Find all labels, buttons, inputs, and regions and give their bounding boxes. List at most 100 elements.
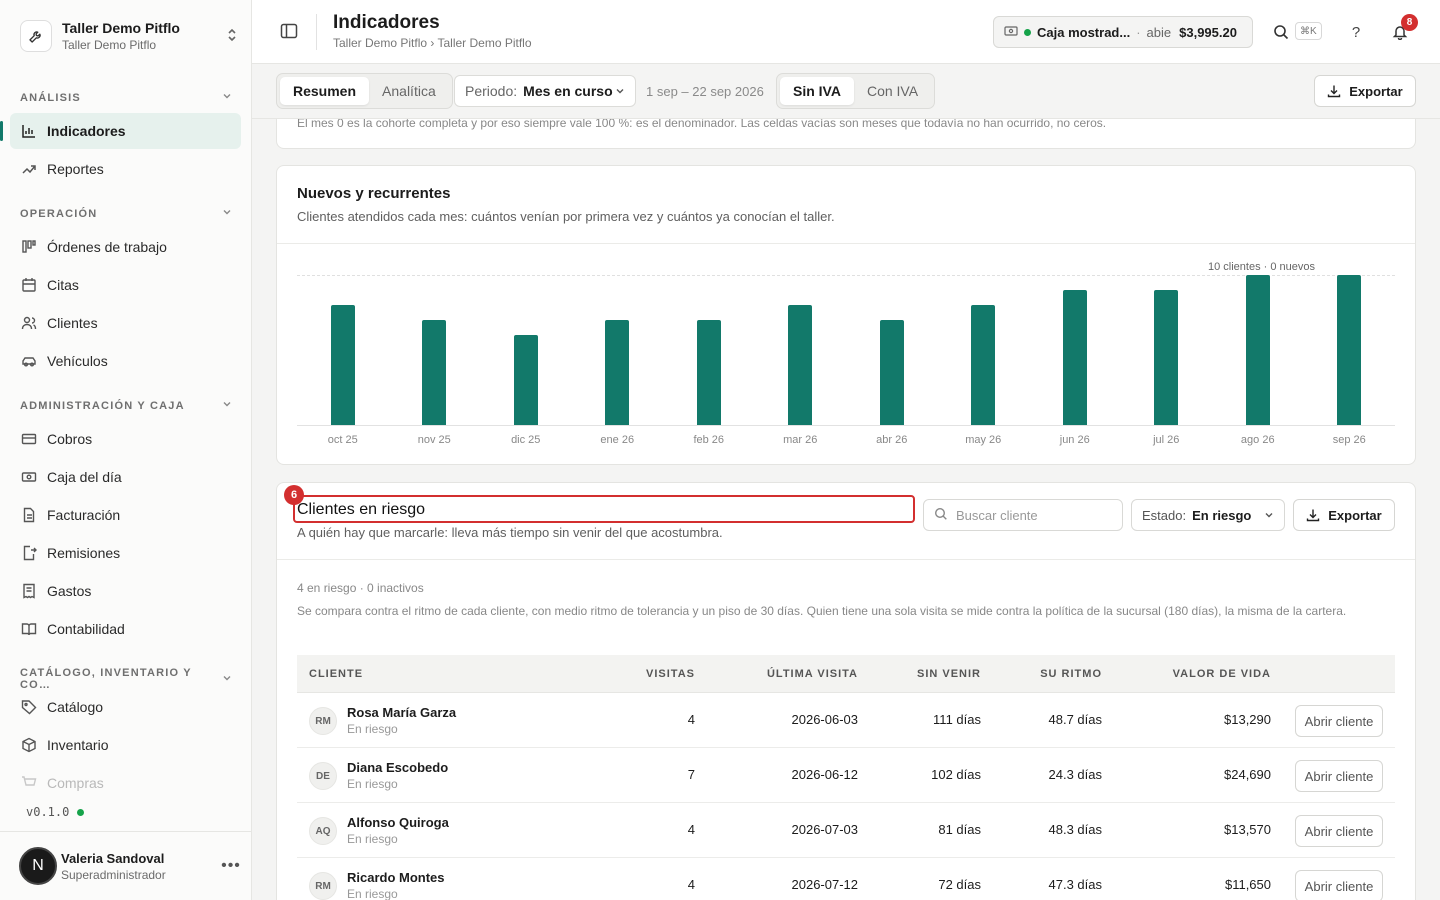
- kanban-icon: [20, 238, 38, 256]
- open-client-button[interactable]: Abrir cliente: [1295, 870, 1383, 900]
- sidebar-item-clientes[interactable]: Clientes: [10, 305, 241, 341]
- table-row[interactable]: RM Ricardo Montes En riesgo 4 2026-07-12 72 d…: [297, 858, 1395, 900]
- sidebar-item-label: Inventario: [47, 737, 109, 753]
- sidebar-item-compras[interactable]: Compras: [10, 765, 241, 801]
- section-catalogo[interactable]: CATÁLOGO, INVENTARIO Y CO…: [20, 667, 232, 691]
- chevron-down-icon: [615, 83, 625, 99]
- chart-bar[interactable]: [971, 305, 996, 425]
- sidebar-item-inventario[interactable]: Inventario: [10, 727, 241, 763]
- avatar: RM: [309, 707, 337, 735]
- table-row[interactable]: AQ Alfonso Quiroga En riesgo 4 2026-07-03 81 …: [297, 803, 1395, 858]
- sidebar-item-indicadores[interactable]: Indicadores: [0, 113, 241, 149]
- user-menu[interactable]: N Valeria Sandoval Superadministrador ••…: [0, 831, 251, 900]
- export-button[interactable]: Exportar: [1314, 75, 1416, 107]
- client-name: Alfonso Quiroga: [347, 815, 449, 830]
- sidebar-item-caja[interactable]: Caja del día: [10, 459, 241, 495]
- sidebar-item-ordenes[interactable]: Órdenes de trabajo: [10, 229, 241, 265]
- sidebar-item-cobros[interactable]: Cobros: [10, 421, 241, 457]
- rhythm-cell: 48.7 días: [1048, 712, 1103, 727]
- last-visit-cell: 2026-06-12: [791, 767, 859, 782]
- sidebar-item-label: Compras: [47, 775, 104, 791]
- chart-bar[interactable]: [1337, 275, 1362, 425]
- table-row[interactable]: RM Rosa María Garza En riesgo 4 2026-06-03 11…: [297, 693, 1395, 748]
- chevron-down-icon: [222, 673, 232, 686]
- search-input[interactable]: [956, 507, 1116, 523]
- chart-x-label: jun 26: [1059, 434, 1090, 446]
- chart-bar[interactable]: [330, 305, 355, 425]
- chart-bar[interactable]: [696, 320, 721, 425]
- section-administracion[interactable]: ADMINISTRACIÓN Y CAJA: [20, 399, 232, 412]
- sidebar-toggle-icon[interactable]: [280, 22, 300, 42]
- workspace-switcher[interactable]: Taller Demo Pitflo Taller Demo Pitflo: [20, 18, 240, 54]
- search-icon[interactable]: [1271, 22, 1291, 42]
- periodo-select[interactable]: Periodo: Mes en curso: [454, 75, 636, 107]
- chart-bar[interactable]: [1245, 275, 1270, 425]
- client-name: Ricardo Montes: [347, 870, 445, 885]
- tab-analitica[interactable]: Analítica: [369, 77, 449, 105]
- iva-tabs: Sin IVA Con IVA: [776, 73, 936, 109]
- sidebar-item-facturacion[interactable]: Facturación: [10, 497, 241, 533]
- section-operacion[interactable]: OPERACIÓN: [20, 207, 232, 220]
- more-horizontal-icon[interactable]: •••: [211, 857, 251, 875]
- chart-bar[interactable]: [422, 320, 447, 425]
- chart-bar[interactable]: [605, 320, 630, 425]
- chart-bar[interactable]: [513, 335, 538, 425]
- search-icon: [934, 507, 948, 524]
- column-header[interactable]: VISITAS: [646, 668, 695, 680]
- cash-icon: [20, 468, 38, 486]
- open-status-dot: [1024, 28, 1031, 36]
- sidebar-item-label: Citas: [47, 277, 79, 293]
- sidebar-item-contabilidad[interactable]: Contabilidad: [10, 611, 241, 647]
- sidebar-item-reportes[interactable]: Reportes: [10, 151, 241, 187]
- chart-bar[interactable]: [788, 305, 813, 425]
- cohort-card: El mes 0 es la cohorte completa y por es…: [276, 119, 1416, 149]
- riesgo-export-button[interactable]: Exportar: [1293, 499, 1395, 531]
- estado-label: Estado:: [1142, 507, 1187, 523]
- chart-bar[interactable]: [1062, 290, 1087, 425]
- chart-bar[interactable]: [879, 320, 904, 425]
- riesgo-card: 6 Clientes en riesgo A quién hay que mar…: [276, 482, 1416, 900]
- sidebar-item-vehiculos[interactable]: Vehículos: [10, 343, 241, 379]
- column-header[interactable]: SU RITMO: [1040, 668, 1102, 680]
- avatar: DE: [309, 762, 337, 790]
- car-icon: [20, 352, 38, 370]
- cohort-note: El mes 0 es la cohorte completa y por es…: [297, 119, 1107, 130]
- caja-state: abie: [1146, 24, 1172, 40]
- tab-resumen[interactable]: Resumen: [280, 77, 370, 105]
- column-header[interactable]: ÚLTIMA VISITA: [767, 668, 858, 680]
- content-scroll[interactable]: El mes 0 es la cohorte completa y por es…: [252, 119, 1440, 900]
- date-range: 1 sep – 22 sep 2026: [646, 84, 764, 99]
- visits-cell: 7: [687, 767, 695, 782]
- tab-con-iva[interactable]: Con IVA: [854, 77, 931, 105]
- sidebar-item-citas[interactable]: Citas: [10, 267, 241, 303]
- sidebar-item-remisiones[interactable]: Remisiones: [10, 535, 241, 571]
- export-label: Exportar: [1349, 83, 1403, 99]
- help-icon[interactable]: ?: [1346, 22, 1366, 42]
- riesgo-meta: 4 en riesgo · 0 inactivos: [297, 581, 424, 595]
- column-header[interactable]: SIN VENIR: [917, 668, 981, 680]
- section-analisis[interactable]: ANÁLISIS: [20, 91, 232, 104]
- export-label: Exportar: [1328, 507, 1382, 523]
- lifetime-value-cell: $13,290: [1224, 712, 1271, 727]
- open-client-button[interactable]: Abrir cliente: [1295, 705, 1383, 737]
- sidebar-item-gastos[interactable]: Gastos: [10, 573, 241, 609]
- tab-sin-iva[interactable]: Sin IVA: [780, 77, 854, 105]
- table-row[interactable]: DE Diana Escobedo En riesgo 7 2026-06-12 102 …: [297, 748, 1395, 803]
- caja-status-button[interactable]: Caja mostrad... · abie $3,995.20: [993, 16, 1253, 48]
- chart-x-label: mar 26: [783, 434, 818, 446]
- open-client-button[interactable]: Abrir cliente: [1295, 815, 1383, 847]
- notification-badge: 8: [1401, 14, 1418, 31]
- status-dot: [77, 808, 85, 816]
- sidebar-item-label: Indicadores: [47, 123, 126, 139]
- main: Indicadores Taller Demo Pitflo › Taller …: [252, 0, 1440, 900]
- open-client-button[interactable]: Abrir cliente: [1295, 760, 1383, 792]
- column-header[interactable]: VALOR DE VIDA: [1173, 668, 1271, 680]
- sidebar-item-catalogo[interactable]: Catálogo: [10, 689, 241, 725]
- search-field[interactable]: [923, 499, 1123, 531]
- estado-select[interactable]: Estado: En riesgo: [1131, 499, 1285, 531]
- chart-bar[interactable]: [1154, 290, 1179, 425]
- visits-cell: 4: [687, 712, 695, 727]
- sidebar-item-label: Catálogo: [47, 699, 104, 715]
- column-header[interactable]: CLIENTE: [309, 668, 363, 680]
- nuevos-chart: 10 clientes · 0 nuevos oct 25 nov 25 dic 2…: [297, 261, 1395, 471]
